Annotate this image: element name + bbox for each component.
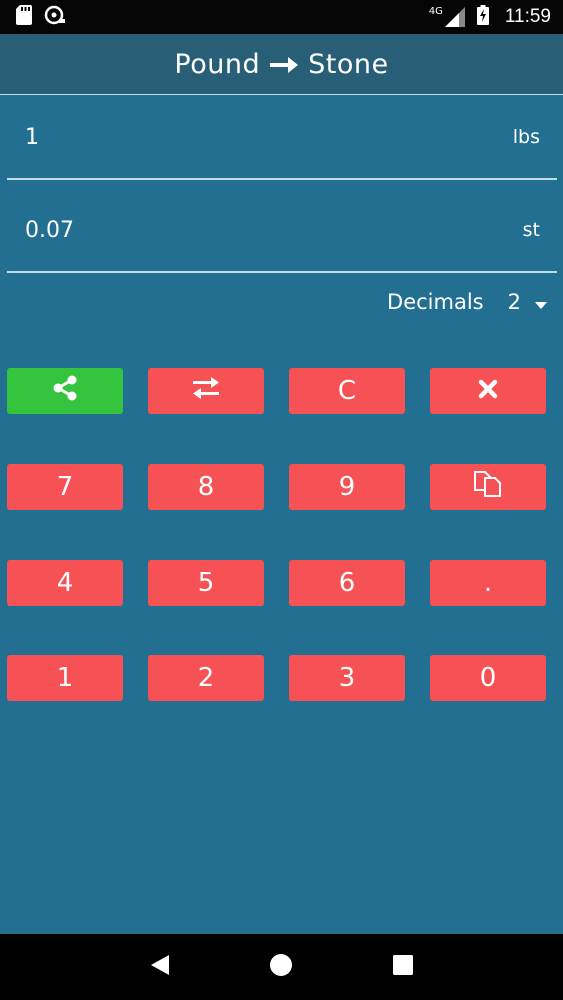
from-unit-title: Pound — [174, 48, 261, 80]
signal-indicator: 4G — [428, 5, 465, 27]
disc-icon — [44, 5, 66, 29]
decimals-selector[interactable]: Decimals 2 — [387, 290, 547, 314]
key-7[interactable]: 7 — [7, 464, 123, 510]
key-1[interactable]: 1 — [7, 655, 123, 701]
home-icon[interactable] — [269, 953, 293, 981]
output-unit: st — [522, 219, 540, 241]
copy-button[interactable] — [430, 464, 546, 510]
key-3[interactable]: 3 — [289, 655, 405, 701]
signal-icon — [444, 7, 465, 27]
output-value: 0.07 — [25, 217, 74, 243]
input-row[interactable]: 1 lbs — [7, 96, 557, 180]
dropdown-arrow-icon — [535, 290, 547, 314]
key-5[interactable]: 5 — [148, 560, 264, 606]
clock: 11:59 — [504, 6, 551, 27]
key-6[interactable]: 6 — [289, 560, 405, 606]
key-8[interactable]: 8 — [148, 464, 264, 510]
decimals-label: Decimals — [387, 290, 484, 314]
input-value[interactable]: 1 — [25, 125, 39, 150]
decimals-value: 2 — [507, 290, 521, 314]
arrow-right-icon — [270, 49, 299, 80]
close-icon — [478, 376, 498, 406]
backspace-button[interactable] — [430, 368, 546, 414]
status-bar: 4G 11:59 — [0, 0, 563, 34]
app-bar: Pound Stone — [0, 34, 563, 95]
navigation-bar — [0, 934, 563, 1000]
back-icon[interactable] — [149, 953, 171, 981]
key-4[interactable]: 4 — [7, 560, 123, 606]
page-title: Pound Stone — [174, 49, 388, 80]
key-2[interactable]: 2 — [148, 655, 264, 701]
swap-icon — [191, 376, 221, 406]
copy-icon — [473, 470, 503, 505]
input-unit: lbs — [512, 126, 540, 148]
share-button[interactable] — [7, 368, 123, 414]
swap-button[interactable] — [148, 368, 264, 414]
recents-icon[interactable] — [392, 954, 414, 980]
network-type: 4G — [428, 5, 443, 17]
clear-button[interactable]: C — [289, 368, 405, 414]
to-unit-title: Stone — [308, 48, 389, 80]
share-icon — [51, 375, 79, 408]
output-row: 0.07 st — [7, 189, 557, 273]
decimals-dropdown[interactable]: 2 — [508, 290, 547, 314]
sd-card-icon — [16, 5, 32, 29]
key-9[interactable]: 9 — [289, 464, 405, 510]
battery-charging-icon — [476, 5, 489, 29]
key-decimal-point[interactable]: . — [430, 560, 546, 606]
key-0[interactable]: 0 — [430, 655, 546, 701]
